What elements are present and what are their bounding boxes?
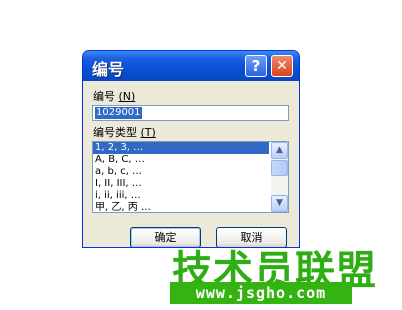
- number-type-hotkey: (T): [140, 126, 156, 139]
- list-item[interactable]: A, B, C, …: [93, 154, 269, 166]
- list-item[interactable]: i, ii, iii, …: [93, 190, 269, 202]
- list-item[interactable]: I, II, III, …: [93, 178, 269, 190]
- number-type-list[interactable]: 1, 2, 3, … A, B, C, … a, b, c, … I, II, …: [92, 141, 289, 213]
- chevron-up-icon: ▲: [276, 145, 283, 155]
- number-type-label-text: 编号类型: [93, 126, 137, 139]
- close-icon: ✕: [276, 58, 288, 74]
- list-scrollbar[interactable]: ▲ ▼: [271, 142, 288, 212]
- numbering-dialog: 编号 ? ✕ 编号 (N) 1029001 编号类型 (T) 1, 2, 3, …: [82, 50, 300, 248]
- title-bar[interactable]: 编号 ? ✕: [83, 51, 299, 81]
- scroll-up-button[interactable]: ▲: [271, 142, 288, 159]
- list-items: 1, 2, 3, … A, B, C, … a, b, c, … I, II, …: [93, 142, 269, 212]
- list-item[interactable]: 甲, 乙, 丙 …: [93, 202, 269, 212]
- help-icon: ?: [251, 57, 261, 75]
- list-item[interactable]: 1, 2, 3, …: [93, 142, 269, 154]
- dialog-title: 编号: [92, 60, 125, 79]
- number-label: 编号 (N): [93, 88, 135, 104]
- number-input[interactable]: 1029001: [92, 105, 289, 121]
- number-label-text: 编号: [93, 90, 115, 103]
- number-hotkey: (N): [118, 90, 136, 103]
- scroll-down-button[interactable]: ▼: [271, 195, 288, 212]
- close-button[interactable]: ✕: [271, 55, 293, 77]
- help-button[interactable]: ?: [245, 55, 267, 77]
- list-item[interactable]: a, b, c, …: [93, 166, 269, 178]
- number-input-value: 1029001: [95, 107, 142, 119]
- scroll-thumb[interactable]: [271, 160, 288, 176]
- number-type-label: 编号类型 (T): [93, 124, 156, 140]
- chevron-down-icon: ▼: [276, 198, 283, 208]
- watermark-url: www.jsgho.com: [170, 282, 352, 304]
